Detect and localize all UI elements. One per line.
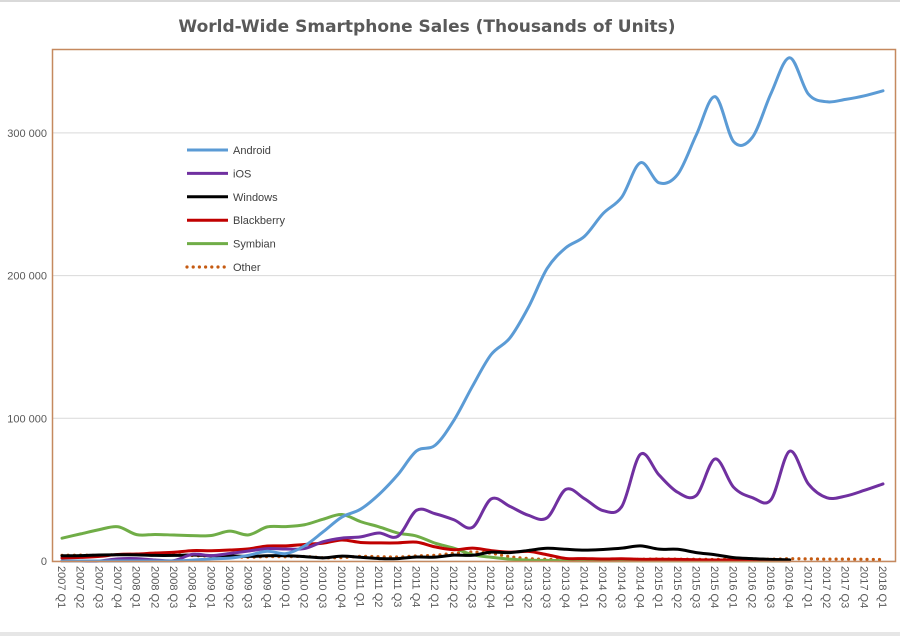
legend-label: Symbian [233,239,276,251]
x-tick-label: 2011 Q3 [391,566,403,607]
x-tick-label: 2008 Q1 [130,566,142,608]
legend-item-android: Android [187,145,271,157]
x-tick-label: 2012 Q2 [447,566,459,608]
x-tick-label: 2014 Q3 [615,566,627,608]
x-tick-label: 2007 Q1 [55,566,67,608]
x-tick-label: 2012 Q1 [428,566,440,608]
x-tick-label: 2008 Q3 [167,566,179,608]
x-tick-label: 2009 Q2 [223,566,235,608]
x-tick-label: 2017 Q4 [857,566,869,608]
x-tick-label: 2015 Q2 [671,566,683,608]
plot-frame [51,48,897,563]
x-tick-label: 2016 Q3 [764,566,776,608]
x-tick-label: 2012 Q4 [484,566,496,608]
x-tick-label: 2015 Q3 [689,566,701,608]
gridlines [52,132,895,562]
legend-item-ios: iOS [187,168,251,180]
y-tick-label: 0 [41,556,47,568]
y-tick-label: 200 000 [7,271,47,283]
x-tick-label: 2008 Q4 [186,566,198,608]
x-tick-label: 2017 Q1 [801,566,813,608]
x-tick-label: 2014 Q1 [577,566,589,608]
x-tick-label: 2017 Q2 [820,566,832,608]
x-tick-label: 2010 Q2 [298,566,310,608]
x-tick-label: 2016 Q2 [745,566,757,608]
legend-label: Blackberry [233,215,285,227]
x-tick-label: 2015 Q1 [652,566,664,608]
x-tick-label: 2016 Q4 [783,566,795,608]
x-tick-label: 2014 Q4 [633,566,645,608]
x-tick-label: 2015 Q4 [708,566,720,608]
x-tick-label: 2007 Q4 [111,566,123,608]
x-tick-label: 2011 Q1 [354,566,366,607]
legend-label: iOS [233,168,251,180]
x-tick-label: 2011 Q2 [372,566,384,607]
x-tick-label: 2016 Q1 [727,566,739,608]
x-tick-label: 2009 Q3 [242,566,254,608]
legend-item-symbian: Symbian [187,239,276,251]
x-tick-label: 2007 Q2 [74,566,86,608]
x-tick-label: 2010 Q4 [335,566,347,608]
y-tick-label: 300 000 [7,128,47,140]
legend: Android iOS Windows Blackberry Symbian Other [185,145,285,274]
legend-item-blackberry: Blackberry [187,215,285,227]
x-tick-label: 2010 Q1 [279,566,291,608]
x-axis: 2007 Q1 2007 Q2 2007 Q3 2007 Q4 2008 Q1 2008 … [55,566,888,608]
x-tick-label: 2009 Q1 [204,566,216,608]
x-tick-label: 2008 Q2 [148,566,160,608]
x-tick-label: 2017 Q3 [839,566,851,608]
chart: World-Wide Smartphone Sales (Thousands o… [7,17,897,608]
x-tick-label: 2013 Q3 [540,566,552,608]
x-tick-label: 2009 Q4 [260,566,272,608]
x-tick-label: 2018 Q1 [876,566,888,608]
legend-item-other: Other [185,262,261,274]
x-tick-label: 2013 Q2 [521,566,533,608]
legend-item-windows: Windows [187,192,278,204]
y-axis: 0 100 000 200 000 300 000 [7,128,47,568]
series-line-ios [60,449,885,563]
x-tick-label: 2010 Q3 [316,566,328,608]
x-tick-label: 2007 Q3 [92,566,104,608]
legend-label: Other [233,262,261,274]
x-tick-label: 2014 Q2 [596,566,608,608]
x-tick-label: 2013 Q4 [559,566,571,608]
y-tick-label: 100 000 [7,413,47,425]
x-tick-label: 2012 Q3 [466,566,478,608]
x-tick-label: 2011 Q4 [410,566,422,607]
legend-label: Android [233,145,271,157]
x-tick-label: 2013 Q1 [503,566,515,608]
legend-label: Windows [233,192,278,204]
chart-title: World-Wide Smartphone Sales (Thousands o… [178,17,675,37]
